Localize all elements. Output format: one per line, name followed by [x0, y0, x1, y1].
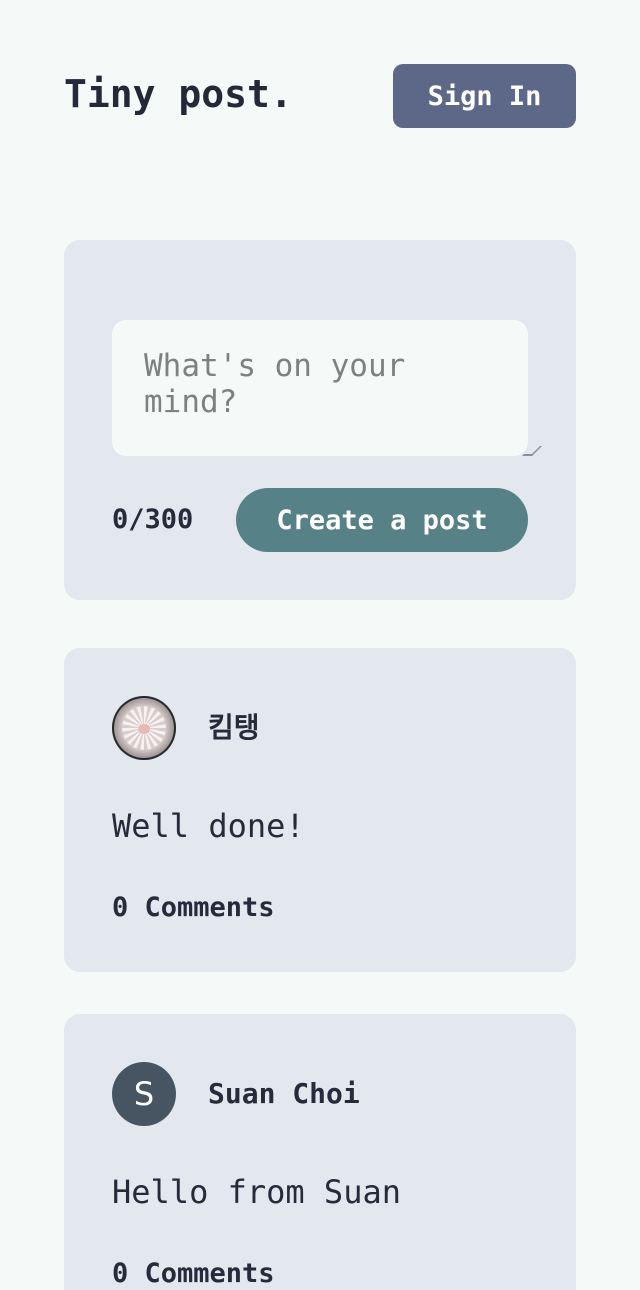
comments-link[interactable]: 0 Comments [112, 892, 275, 923]
create-post-button[interactable]: Create a post [236, 488, 528, 552]
app-logo[interactable]: Tiny post. [64, 72, 293, 116]
post-textarea[interactable]: What's on your mind? [112, 320, 528, 456]
post-text: Hello from Suan [112, 1173, 401, 1211]
post-card: S Suan Choi Hello from Suan 0 Comments [64, 1014, 576, 1290]
post-author: Suan Choi [208, 1077, 360, 1110]
post-composer: What's on your mind? 0/300 Create a post [64, 240, 576, 600]
avatar: S [112, 1062, 176, 1126]
avatar [112, 696, 176, 760]
post-author: 킴탱 [208, 711, 260, 744]
comments-link[interactable]: 0 Comments [112, 1258, 275, 1289]
character-counter: 0/300 [112, 504, 194, 535]
post-card: 킴탱 Well done! 0 Comments [64, 648, 576, 972]
header: Tiny post. Sign In [64, 64, 576, 128]
post-text: Well done! [112, 807, 305, 845]
page: Tiny post. Sign In What's on your mind? … [0, 0, 640, 1290]
sign-in-button[interactable]: Sign In [393, 64, 576, 128]
